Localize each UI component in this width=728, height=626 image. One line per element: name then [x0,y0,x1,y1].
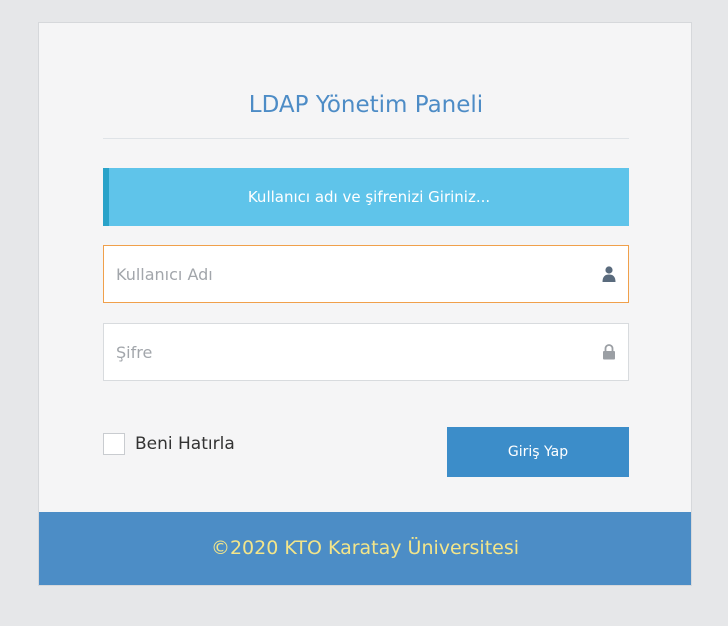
login-button[interactable]: Giriş Yap [447,427,629,477]
footer-copyright: ©2020 KTO Karatay Üniversitesi [39,512,691,585]
info-message-bar: Kullanıcı adı ve şifrenizi Giriniz... [103,168,629,226]
username-field[interactable] [103,245,629,303]
password-field[interactable] [103,323,629,381]
page-title: LDAP Yönetim Paneli [248,92,484,118]
user-icon [602,266,616,282]
title-divider [103,138,629,139]
login-panel: LDAP Yönetim Paneli Kullanıcı adı ve şif… [38,22,692,586]
lock-icon [603,344,615,360]
username-input[interactable] [104,246,584,302]
remember-me[interactable]: Beni Hatırla [103,429,235,459]
password-input[interactable] [104,324,584,380]
remember-me-checkbox[interactable] [103,433,125,455]
remember-me-label: Beni Hatırla [135,434,235,454]
